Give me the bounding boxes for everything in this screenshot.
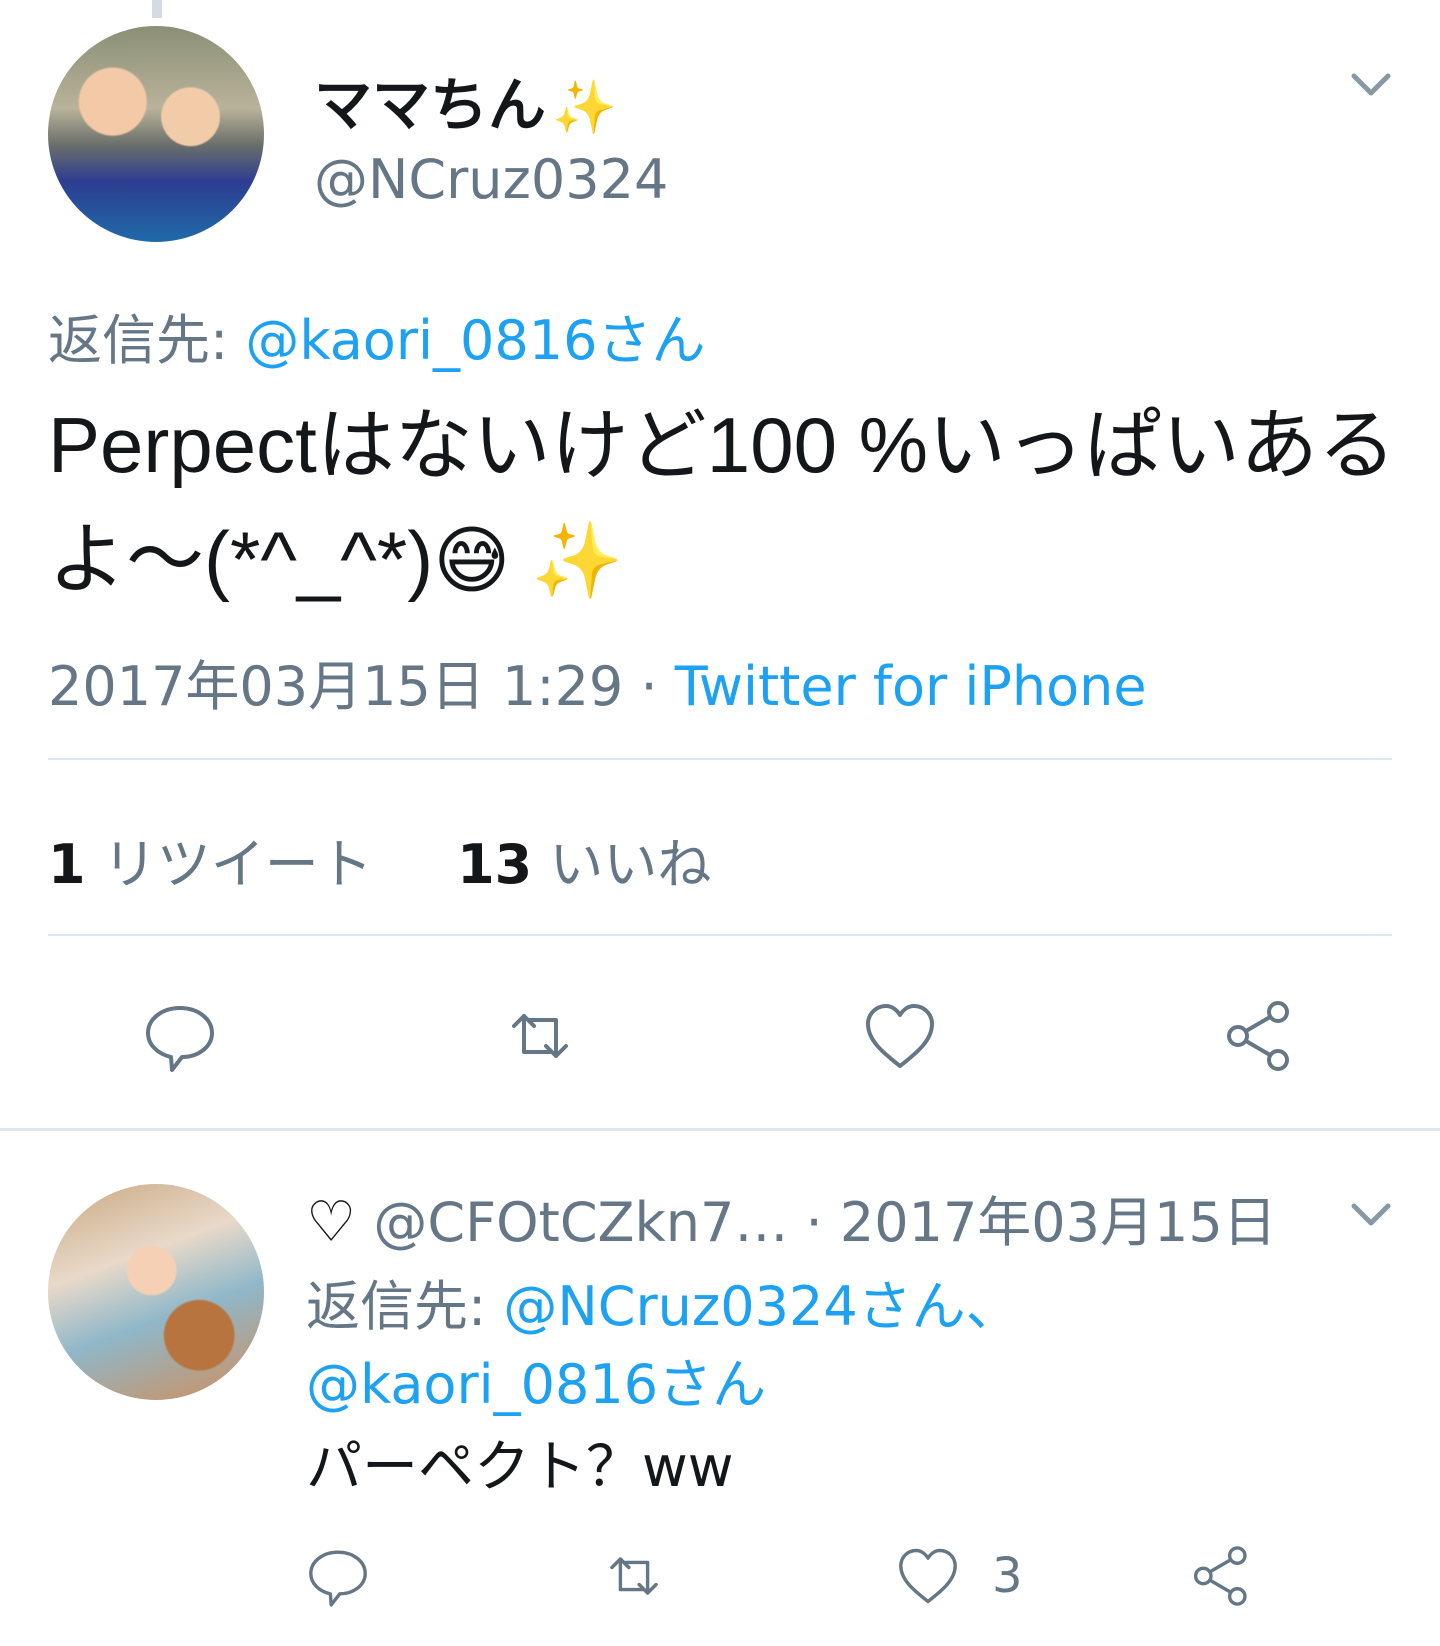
share-icon bbox=[1227, 1001, 1289, 1071]
display-name-text: ママちん bbox=[314, 71, 547, 139]
timestamp-line: 2017年03月15日 1:29 · Twitter for iPhone bbox=[48, 642, 1147, 721]
reply-icon bbox=[309, 1550, 367, 1607]
share-button[interactable] bbox=[1215, 996, 1305, 1076]
tweet-stats: 1 リツイート 13 いいね bbox=[48, 820, 711, 899]
reply-header: ♡ @CFOtCZkn7… · 2017年03月15日 bbox=[306, 1178, 1277, 1257]
reply-to-prefix: 返信先: bbox=[48, 309, 229, 372]
tweet-text: Perpectはないけど100 %いっぱいあるよ〜(*^_^*)😅 ✨ bbox=[48, 388, 1398, 618]
retweet-icon bbox=[512, 1014, 568, 1058]
timestamp: 2017年03月15日 1:29 bbox=[48, 655, 624, 718]
display-name[interactable]: ママちん ✨ bbox=[314, 58, 617, 142]
reply-mention-link[interactable]: @NCruz0324さん、 bbox=[503, 1275, 1019, 1338]
divider bbox=[0, 1128, 1440, 1131]
share-button[interactable] bbox=[1182, 1540, 1262, 1612]
heart-icon bbox=[899, 1548, 957, 1604]
like-button[interactable] bbox=[888, 1540, 968, 1612]
share-icon bbox=[1193, 1546, 1247, 1606]
chevron-down-icon[interactable] bbox=[1348, 62, 1394, 108]
avatar[interactable] bbox=[48, 1184, 264, 1400]
user-handle[interactable]: @CFOtCZkn7… bbox=[373, 1191, 788, 1254]
retweet-icon bbox=[610, 1557, 658, 1595]
main-tweet: ママちん ✨ @NCruz0324 返信先: @kaori_0816さん Perp… bbox=[0, 0, 1440, 1132]
source-link[interactable]: Twitter for iPhone bbox=[675, 655, 1147, 718]
like-label[interactable]: いいね bbox=[549, 833, 711, 896]
heart-glyph-icon: ♡ bbox=[306, 1190, 357, 1255]
heart-icon bbox=[866, 1004, 934, 1068]
reply-text: パーペクト？ww bbox=[306, 1435, 734, 1500]
user-handle[interactable]: @NCruz0324 bbox=[314, 148, 668, 211]
retweet-count[interactable]: 1 bbox=[48, 833, 86, 896]
reply-button[interactable] bbox=[298, 1540, 378, 1612]
reply-mention-link[interactable]: @kaori_0816さん bbox=[306, 1353, 766, 1416]
reply-button[interactable] bbox=[135, 996, 225, 1076]
retweet-button[interactable] bbox=[594, 1540, 674, 1612]
chevron-down-icon[interactable] bbox=[1348, 1192, 1394, 1238]
reply-to-prefix: 返信先: bbox=[306, 1275, 487, 1338]
separator: · bbox=[623, 655, 675, 718]
reply-to-line: 返信先: @NCruz0324さん、 @kaori_0816さん bbox=[306, 1268, 1356, 1424]
tweet-body: Perpectはないけど100 %いっぱいあるよ〜(*^_^*) bbox=[48, 401, 1396, 603]
retweet-label[interactable]: リツイート bbox=[103, 833, 373, 896]
reply-mention-link[interactable]: @kaori_0816さん bbox=[245, 309, 705, 372]
reply-date: · 2017年03月15日 bbox=[788, 1191, 1277, 1254]
avatar[interactable] bbox=[48, 26, 264, 242]
reply-icon bbox=[146, 1006, 214, 1072]
like-count: 3 bbox=[992, 1548, 1023, 1604]
reply-to-line: 返信先: @kaori_0816さん bbox=[48, 296, 705, 375]
like-button[interactable] bbox=[855, 996, 945, 1076]
retweet-button[interactable] bbox=[495, 996, 585, 1076]
emoji-icons: 😅 ✨ bbox=[433, 519, 624, 602]
like-count[interactable]: 13 bbox=[457, 833, 532, 896]
divider bbox=[48, 934, 1392, 936]
sparkle-icon: ✨ bbox=[552, 78, 617, 138]
divider bbox=[48, 758, 1392, 760]
